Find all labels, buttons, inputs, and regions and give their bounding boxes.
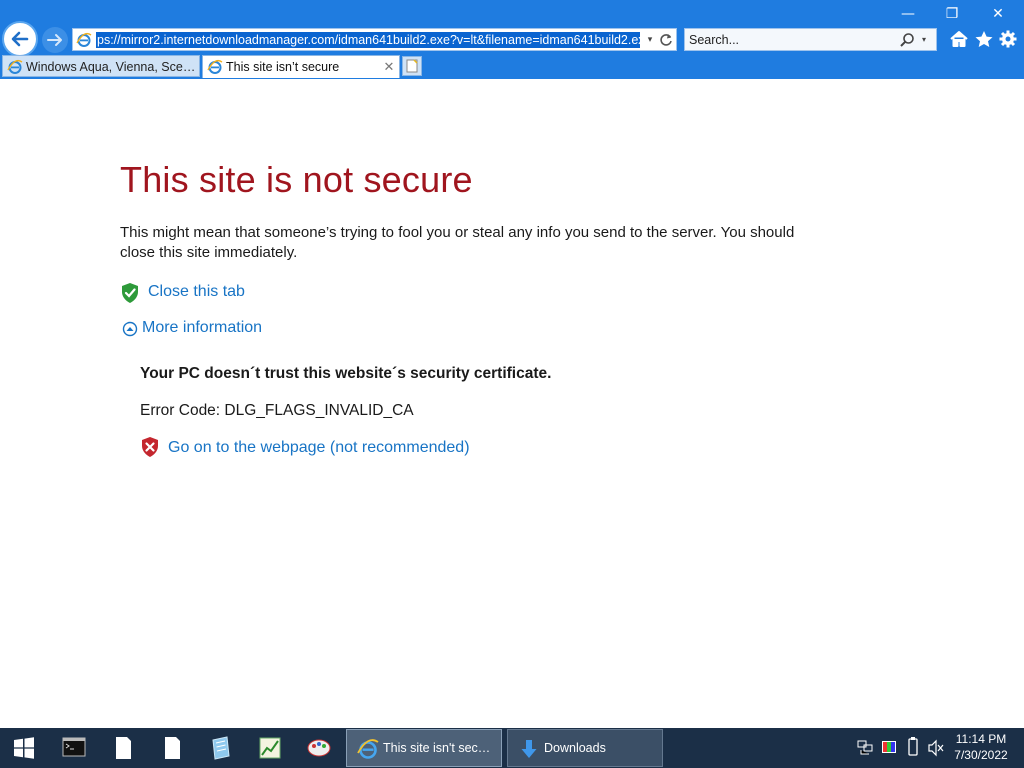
document-icon [165,737,180,759]
internet-explorer-icon [357,739,379,759]
windows-logo-icon [14,737,34,759]
tab-close-icon[interactable]: ✕ [383,56,395,78]
document-icon [116,737,131,759]
clock-date: 7/30/2022 [954,748,1008,762]
new-tab-icon [406,59,418,73]
taskbar-task-downloads[interactable]: Downloads [507,729,663,767]
system-clock[interactable]: 11:14 PM 7/30/2022 [946,731,1016,763]
browser-chrome: — ❐ ✕ ps://mirror2.internetdownloadmanag… [0,0,1024,79]
go-on-label[interactable]: Go on to the webpage (not recommended) [168,439,470,457]
forward-button[interactable] [42,27,68,53]
refresh-icon[interactable] [657,31,675,49]
start-button[interactable] [0,728,48,768]
taskbar-command-prompt[interactable] [50,728,98,768]
new-tab-button[interactable] [402,56,422,76]
taskbar-file-1[interactable] [99,728,147,768]
close-window-button[interactable]: ✕ [976,4,1020,24]
paint-palette-icon [307,739,331,757]
tab-label: Windows Aqua, Vienna, Scenic... [26,60,197,74]
search-icon[interactable] [899,32,915,48]
chevron-up-circle-icon [122,321,138,337]
close-tab-label[interactable]: Close this tab [148,283,245,301]
minimize-button[interactable]: — [886,4,930,24]
url-text[interactable]: ps://mirror2.internetdownloadmanager.com… [96,32,640,48]
arrow-right-icon [47,34,62,46]
taskbar-task-label: Downloads [544,741,606,755]
taskbar: This site isn't secur... Downloads 11:14… [0,728,1024,768]
tab-label: This site isn’t secure [226,60,340,74]
address-dropdown-icon[interactable]: ▾ [643,31,657,49]
back-button[interactable] [2,21,38,57]
network-icon[interactable] [856,728,874,768]
favorites-star-icon[interactable] [973,29,995,49]
taskbar-file-2[interactable] [148,728,196,768]
search-input[interactable] [689,30,889,49]
more-information-label[interactable]: More information [142,319,262,337]
download-arrow-icon [521,740,537,758]
restore-button[interactable]: ❐ [930,4,974,24]
taskbar-task-ie[interactable]: This site isn't secur... [346,729,502,767]
tab-site-not-secure[interactable]: This site isn’t secure ✕ [202,55,400,78]
usb-device-icon[interactable] [905,728,921,768]
settings-gear-icon[interactable] [997,29,1019,49]
internet-explorer-icon [207,59,223,74]
arrow-left-icon [11,31,29,47]
search-box[interactable]: ▾ [684,28,937,51]
chart-app-icon [259,737,281,759]
volume-muted-icon[interactable] [927,728,945,768]
clock-time: 11:14 PM [955,732,1007,746]
taskbar-paint[interactable] [295,728,343,768]
taskbar-chart-app[interactable] [246,728,294,768]
internet-explorer-icon [76,32,92,47]
home-icon[interactable] [948,29,970,49]
error-code: Error Code: DLG_FLAGS_INVALID_CA [140,402,414,419]
notepad-icon [212,736,230,760]
search-dropdown-icon[interactable]: ▾ [918,31,930,49]
trust-message: Your PC doesn´t trust this website´s sec… [140,365,552,382]
green-shield-check-icon [122,283,138,303]
page-title: This site is not secure [120,159,473,200]
command-prompt-icon [62,737,86,757]
red-shield-x-icon [142,437,158,457]
error-description: This might mean that someone’s trying to… [120,224,795,261]
page-content: This site is not secure This might mean … [0,79,1024,728]
tab-windows-aqua[interactable]: Windows Aqua, Vienna, Scenic... [2,55,200,77]
internet-explorer-icon [7,59,23,74]
taskbar-task-label: This site isn't secur... [383,741,495,755]
color-app-icon[interactable] [880,728,898,768]
address-bar[interactable]: ps://mirror2.internetdownloadmanager.com… [72,28,677,51]
taskbar-notepad[interactable] [197,728,245,768]
